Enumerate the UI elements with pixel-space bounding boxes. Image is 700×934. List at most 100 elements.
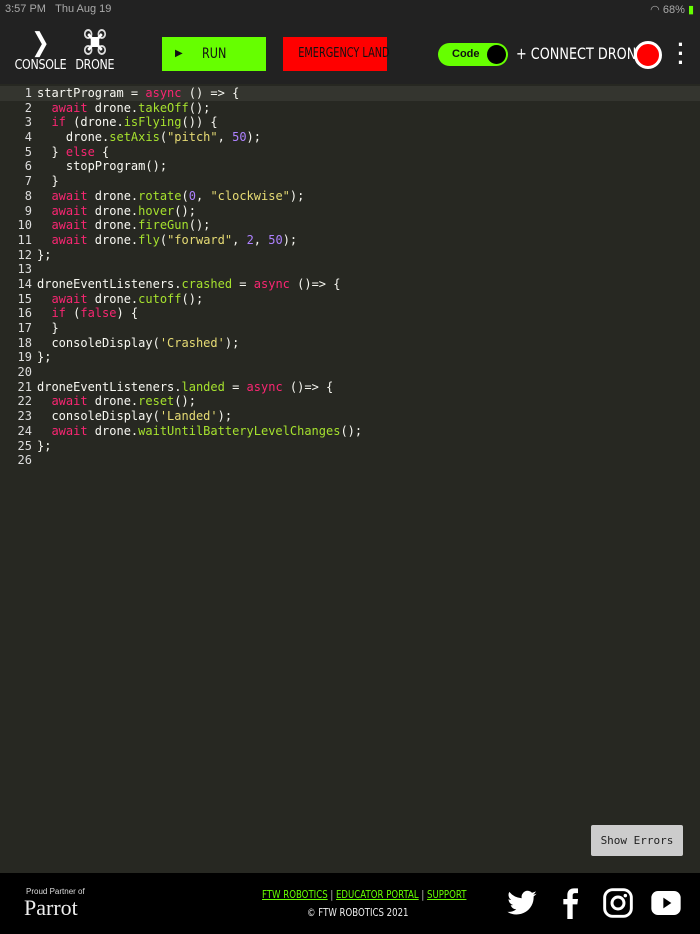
- code-line[interactable]: 16 if (false) {: [0, 306, 700, 321]
- code-line[interactable]: 14 droneEventListeners.crashed = async ()…: [0, 277, 700, 292]
- code-token: =: [224, 379, 247, 394]
- code-token: consoleDisplay(: [37, 409, 160, 424]
- line-number: 5: [24, 144, 32, 159]
- educator-portal-link[interactable]: EDUCATOR PORTAL: [336, 888, 419, 901]
- code-text: if (drone.isFlying()) {: [37, 115, 218, 130]
- code-text: drone.setAxis("pitch", 50);: [37, 130, 261, 144]
- code-token: await: [51, 188, 88, 203]
- code-token: takeOff: [138, 100, 189, 115]
- code-token: async: [246, 379, 283, 394]
- code-token: {: [94, 144, 110, 159]
- code-line[interactable]: 20: [0, 365, 700, 380]
- line-number: 19: [17, 350, 32, 365]
- code-token: );: [246, 130, 261, 145]
- code-token: consoleDisplay(: [37, 335, 160, 350]
- code-token: crashed: [181, 276, 233, 291]
- console-button[interactable]: ❯ CONSOLE: [15, 28, 67, 73]
- code-token: ) {: [116, 306, 139, 321]
- drone-label: DRONE: [75, 58, 115, 73]
- code-token: ();: [181, 291, 204, 306]
- code-line[interactable]: 23 consoleDisplay('Landed');: [0, 409, 700, 424]
- code-text: await drone.fireGun();: [37, 218, 210, 232]
- code-text: consoleDisplay('Landed');: [37, 409, 232, 423]
- code-token: fireGun: [138, 218, 189, 233]
- code-token: isFlying: [123, 115, 182, 130]
- connection-status-indicator[interactable]: [634, 41, 662, 69]
- show-errors-button[interactable]: Show Errors: [591, 825, 683, 856]
- code-token: ,: [253, 232, 269, 247]
- code-text: droneEventListeners.crashed = async ()=>…: [37, 277, 340, 291]
- code-line[interactable]: 5 } else {: [0, 145, 700, 160]
- code-line[interactable]: 4 drone.setAxis("pitch", 50);: [0, 130, 700, 145]
- code-toggle[interactable]: Code: [438, 43, 508, 66]
- code-line[interactable]: 22 await drone.reset();: [0, 394, 700, 409]
- ftw-robotics-link[interactable]: FTW ROBOTICS: [262, 888, 328, 901]
- line-number: 26: [17, 453, 32, 468]
- code-line[interactable]: 8 await drone.rotate(0, "clockwise");: [0, 189, 700, 204]
- code-token: drone.: [37, 130, 110, 145]
- code-token: fly: [138, 232, 160, 247]
- code-token: };: [37, 350, 52, 365]
- code-token: await: [51, 232, 88, 247]
- code-token: drone.: [87, 188, 139, 203]
- code-line[interactable]: 2 await drone.takeOff();: [0, 101, 700, 116]
- code-line[interactable]: 15 await drone.cutoff();: [0, 292, 700, 307]
- code-token: ()) {: [181, 115, 218, 130]
- code-line[interactable]: 26: [0, 453, 700, 468]
- facebook-icon[interactable]: [554, 887, 586, 919]
- line-number: 12: [17, 247, 32, 262]
- code-line[interactable]: 7 }: [0, 174, 700, 189]
- code-token: drone.: [87, 232, 139, 247]
- connect-drone-button[interactable]: + CONNECT DRONE: [516, 44, 644, 63]
- code-token: };: [37, 247, 52, 262]
- code-line[interactable]: 25};: [0, 439, 700, 454]
- instagram-icon[interactable]: [602, 887, 634, 919]
- support-link[interactable]: SUPPORT: [427, 888, 466, 901]
- code-token: landed: [181, 379, 225, 394]
- emergency-label: EMERGENCY LAND: [298, 46, 390, 61]
- code-token: ,: [232, 232, 247, 247]
- code-line[interactable]: 18 consoleDisplay('Crashed');: [0, 336, 700, 351]
- code-token: setAxis: [109, 130, 160, 145]
- code-line[interactable]: 11 await drone.fly("forward", 2, 50);: [0, 233, 700, 248]
- line-number: 23: [17, 409, 32, 424]
- line-number: 7: [24, 174, 32, 189]
- code-line[interactable]: 17 }: [0, 321, 700, 336]
- code-line[interactable]: 3 if (drone.isFlying()) {: [0, 115, 700, 130]
- code-text: await drone.cutoff();: [37, 292, 203, 306]
- code-token: hover: [138, 203, 175, 218]
- code-token: waitUntilBatteryLevelChanges: [138, 423, 341, 438]
- code-line[interactable]: 21 droneEventListeners.landed = async ()=…: [0, 380, 700, 395]
- code-line[interactable]: 9 await drone.hover();: [0, 204, 700, 219]
- code-text: }: [37, 321, 58, 335]
- code-token: ();: [188, 218, 211, 233]
- line-number: 15: [17, 291, 32, 306]
- code-line[interactable]: 12};: [0, 248, 700, 263]
- drone-button[interactable]: DRONE: [75, 28, 115, 73]
- code-editor[interactable]: 1 startProgram = async () => {2 await dro…: [0, 86, 700, 872]
- code-token: ()=> {: [289, 276, 341, 291]
- more-menu-icon[interactable]: · · ·: [672, 34, 690, 74]
- status-bar: 3:57 PM Thu Aug 19 ◠ 68% ▮: [0, 0, 700, 18]
- run-button[interactable]: ▶ RUN: [162, 37, 266, 71]
- code-token: (: [159, 232, 168, 247]
- youtube-icon[interactable]: [650, 887, 682, 919]
- code-token: drone.: [87, 100, 139, 115]
- code-line[interactable]: 19};: [0, 350, 700, 365]
- code-text: };: [37, 439, 51, 453]
- line-number: 3: [24, 115, 32, 130]
- code-token: ();: [174, 203, 196, 218]
- emergency-land-button[interactable]: EMERGENCY LAND: [283, 37, 390, 71]
- code-line[interactable]: 13: [0, 262, 700, 277]
- code-token: "forward": [167, 232, 233, 247]
- code-line[interactable]: 24 await drone.waitUntilBatteryLevelChan…: [0, 424, 700, 439]
- twitter-icon[interactable]: [506, 887, 538, 919]
- code-line[interactable]: 10 await drone.fireGun();: [0, 218, 700, 233]
- code-line[interactable]: 6 stopProgram();: [0, 159, 700, 174]
- wifi-icon: ◠: [650, 4, 660, 16]
- code-token: drone.: [87, 423, 139, 438]
- code-line[interactable]: 1 startProgram = async () => {: [0, 86, 700, 101]
- code-token: 50: [268, 232, 283, 247]
